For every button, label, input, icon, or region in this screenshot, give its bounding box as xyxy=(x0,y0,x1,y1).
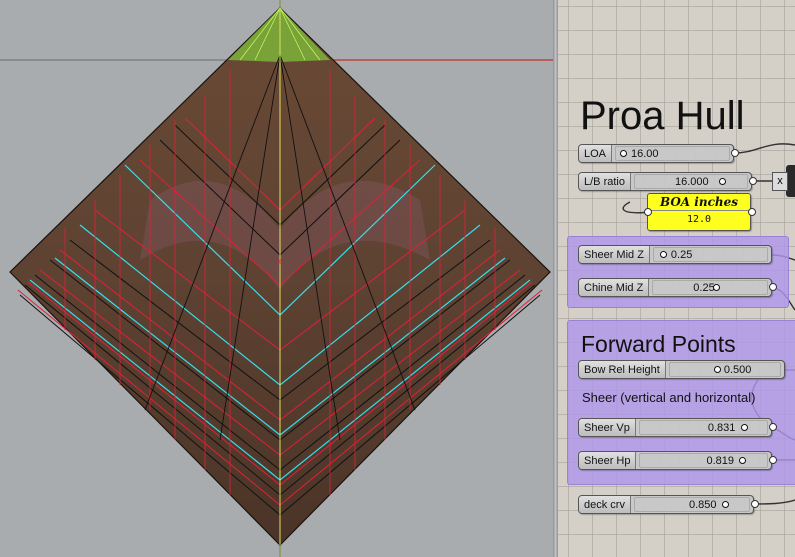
loa-knob[interactable] xyxy=(620,150,628,157)
canvas-title: Proa Hull xyxy=(580,94,745,138)
sheer-vp-slider[interactable]: Sheer Vp 0.831 xyxy=(578,418,772,437)
sheer-hp-label: Sheer Hp xyxy=(579,452,637,469)
hull-bow-tip xyxy=(228,8,330,62)
bow-rel-height-value: 0.500 xyxy=(723,363,752,376)
deck-crv-output-grip[interactable] xyxy=(751,500,759,508)
deck-crv-knob[interactable] xyxy=(721,501,729,508)
sheer-vp-label: Sheer Vp xyxy=(579,419,636,436)
boa-panel-value: 12.0 xyxy=(686,214,712,225)
hull-render: × xyxy=(0,0,553,557)
loa-value: 16.00 xyxy=(631,147,659,160)
sheer-hp-value: 0.819 xyxy=(706,454,735,467)
bow-rel-height-label: Bow Rel Height xyxy=(579,361,666,378)
boa-panel-title: BOA inches xyxy=(648,194,750,211)
sheer-hp-slider[interactable]: Sheer Hp 0.819 xyxy=(578,451,772,470)
lb-ratio-slider[interactable]: L/B ratio 16.000 xyxy=(578,172,752,191)
forward-points-subtitle: Sheer (vertical and horizontal) xyxy=(582,390,756,405)
chine-mid-z-value: 0.25 xyxy=(693,281,715,294)
chine-mid-z-knob[interactable] xyxy=(713,284,721,291)
sheer-hp-knob[interactable] xyxy=(739,457,747,464)
deck-crv-value: 0.850 xyxy=(688,498,717,511)
origin-marker: × xyxy=(276,257,282,268)
sheer-mid-z-slider[interactable]: Sheer Mid Z 0.25 xyxy=(578,245,772,264)
bow-rel-height-track[interactable]: 0.500 xyxy=(668,362,781,377)
loa-output-grip[interactable] xyxy=(731,149,739,157)
loa-label: LOA xyxy=(579,145,613,162)
boa-input-grip[interactable] xyxy=(644,208,652,216)
deck-crv-slider[interactable]: deck crv 0.850 xyxy=(578,495,754,514)
loa-track[interactable]: 16.00 xyxy=(615,146,730,161)
deck-crv-label: deck crv xyxy=(579,496,631,513)
lb-ratio-knob[interactable] xyxy=(718,178,726,185)
lb-ratio-track[interactable]: 16.000 xyxy=(633,174,748,189)
sheer-vp-track[interactable]: 0.831 xyxy=(638,420,768,435)
sheer-mid-z-knob[interactable] xyxy=(659,251,667,258)
chine-mid-z-track[interactable]: 0.25 xyxy=(652,280,768,295)
bow-rel-height-slider[interactable]: Bow Rel Height 0.500 xyxy=(578,360,785,379)
lb-ratio-value: 16.000 xyxy=(674,175,709,188)
sheer-mid-z-value: 0.25 xyxy=(670,248,693,261)
sheer-hp-track[interactable]: 0.819 xyxy=(639,453,768,468)
chine-mid-z-output-grip[interactable] xyxy=(769,283,777,291)
rhino-viewport[interactable]: × xyxy=(0,0,553,557)
sheer-hp-output-grip[interactable] xyxy=(769,456,777,464)
chine-mid-z-label: Chine Mid Z xyxy=(579,279,650,296)
bow-rel-height-knob[interactable] xyxy=(713,366,721,373)
boa-panel[interactable]: BOA inches 12.0 xyxy=(647,193,751,231)
sheer-vp-value: 0.831 xyxy=(707,421,736,434)
multiply-label: x xyxy=(777,175,783,187)
sheer-mid-z-track[interactable]: 0.25 xyxy=(652,247,768,262)
chine-mid-z-slider[interactable]: Chine Mid Z 0.25 xyxy=(578,278,772,297)
sheer-vp-knob[interactable] xyxy=(740,424,748,431)
lb-ratio-output-grip[interactable] xyxy=(749,177,757,185)
deck-crv-track[interactable]: 0.850 xyxy=(633,497,750,512)
lb-ratio-label: L/B ratio xyxy=(579,173,631,190)
grasshopper-canvas[interactable]: Proa Hull LOA 16.00 L/B ratio 16.000 x B… xyxy=(558,0,795,557)
sheer-vp-output-grip[interactable] xyxy=(769,423,777,431)
loa-slider[interactable]: LOA 16.00 xyxy=(578,144,734,163)
multiply-component[interactable]: x xyxy=(772,172,788,191)
boa-output-grip[interactable] xyxy=(748,208,756,216)
forward-points-title: Forward Points xyxy=(581,331,736,357)
sheer-mid-z-label: Sheer Mid Z xyxy=(579,246,650,263)
